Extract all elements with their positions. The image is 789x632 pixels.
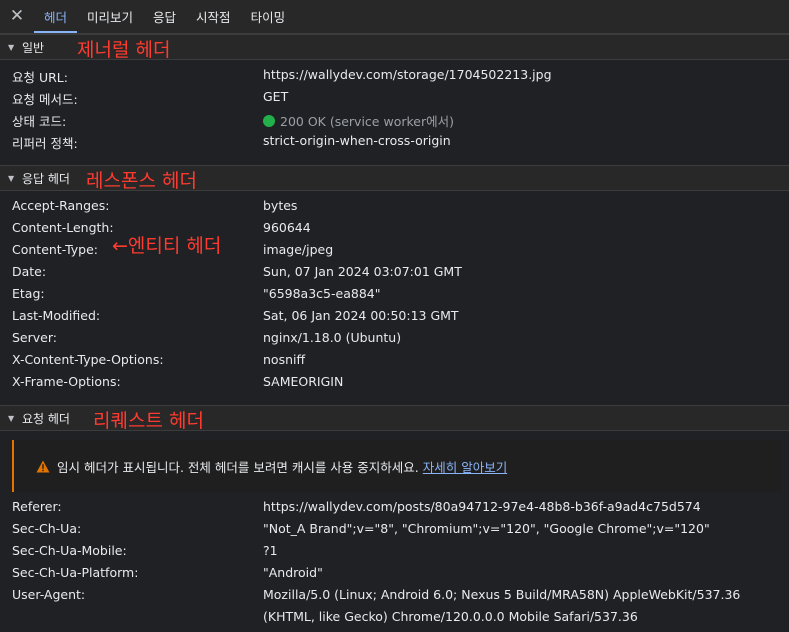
learn-more-link[interactable]: 자세히 알아보기 (423, 457, 507, 476)
annotation-entity: ←엔티티 헤더 (112, 235, 222, 257)
warning-text: 임시 헤더가 표시됩니다. 전체 헤더를 보려면 캐시를 사용 중지하세요. (57, 460, 419, 475)
header-key: Server: (12, 330, 57, 345)
tab-timing[interactable]: 타이밍 (241, 0, 296, 33)
tab-headers[interactable]: 헤더 (34, 0, 78, 33)
table-row: X-Frame-Options: SAMEORIGIN (0, 371, 789, 393)
triangle-down-icon: ▼ (8, 413, 15, 423)
devtools-tabbar: ✕ 헤더 미리보기 응답 시작점 타이밍 (0, 0, 789, 34)
header-key: Date: (12, 264, 47, 279)
section-title: 일반 (22, 40, 45, 55)
table-row: X-Content-Type-Options: nosniff (0, 349, 789, 371)
header-value: nosniff (263, 352, 306, 367)
annotation-general: 제너럴 헤더 (77, 39, 171, 61)
triangle-down-icon: ▼ (8, 42, 15, 52)
header-key: 요청 메서드: (12, 92, 78, 107)
annotation-response: 레스폰스 헤더 (86, 170, 197, 192)
header-key: Last-Modified: (12, 308, 101, 323)
header-key: X-Frame-Options: (12, 374, 121, 389)
status-dot-icon (263, 115, 275, 127)
table-row: Server: nginx/1.18.0 (Ubuntu) (0, 327, 789, 349)
table-row: Last-Modified: Sat, 06 Jan 2024 00:50:13… (0, 305, 789, 327)
header-key: Sec-Ch-Ua: (12, 521, 82, 536)
status-text: 200 OK (service worker에서) (280, 114, 454, 129)
header-key: Content-Length: (12, 220, 114, 235)
header-value: "Not_A Brand";v="8", "Chromium";v="120",… (263, 521, 710, 536)
header-value: "Android" (263, 565, 323, 580)
header-value: https://wallydev.com/posts/80a94712-97e4… (263, 499, 701, 514)
status-value: 200 OK (service worker에서) (263, 111, 454, 130)
annotation-request: 리퀘스트 헤더 (93, 410, 204, 432)
tab-response[interactable]: 응답 (143, 0, 186, 33)
table-row: 요청 메서드: GET (0, 86, 789, 108)
section-title: 응답 헤더 (22, 171, 70, 186)
section-title: 요청 헤더 (22, 411, 70, 426)
tab-initiator[interactable]: 시작점 (186, 0, 241, 33)
header-value: nginx/1.18.0 (Ubuntu) (263, 330, 402, 345)
header-key: Content-Type: (12, 242, 98, 257)
header-key: Etag: (12, 286, 45, 301)
header-value: GET (263, 89, 289, 104)
header-key: Accept-Ranges: (12, 198, 110, 213)
warning-icon (36, 460, 50, 473)
header-value: "6598a3c5-ea884" (263, 286, 381, 301)
header-key: Referer: (12, 499, 62, 514)
header-key: User-Agent: (12, 587, 86, 602)
header-value: Mozilla/5.0 (Linux; Android 6.0; Nexus 5… (263, 587, 741, 624)
header-value: Sun, 07 Jan 2024 03:07:01 GMT (263, 264, 462, 279)
header-value: 960644 (263, 220, 311, 235)
header-value: SAMEORIGIN (263, 374, 344, 389)
table-row: User-Agent: Mozilla/5.0 (Linux; Android … (0, 584, 789, 628)
header-key: 상태 코드: (12, 114, 67, 129)
close-icon[interactable]: ✕ (0, 0, 34, 33)
header-key: 리퍼러 정책: (12, 136, 78, 151)
table-row: Referer: https://wallydev.com/posts/80a9… (0, 496, 789, 518)
table-row: Accept-Ranges: bytes (0, 195, 789, 217)
table-row: Etag: "6598a3c5-ea884" (0, 283, 789, 305)
table-row: Sec-Ch-Ua-Mobile: ?1 (0, 540, 789, 562)
header-key: 요청 URL: (12, 70, 68, 85)
header-value: strict-origin-when-cross-origin (263, 133, 451, 148)
header-key: Sec-Ch-Ua-Platform: (12, 565, 139, 580)
table-row: 요청 URL: https://wallydev.com/storage/170… (0, 64, 789, 86)
tab-preview[interactable]: 미리보기 (77, 0, 143, 33)
header-value: image/jpeg (263, 242, 334, 257)
table-row: 상태 코드: 200 OK (service worker에서) (0, 108, 789, 130)
header-value: Sat, 06 Jan 2024 00:50:13 GMT (263, 308, 459, 323)
header-value: https://wallydev.com/storage/1704502213.… (263, 67, 552, 82)
header-key: Sec-Ch-Ua-Mobile: (12, 543, 127, 558)
table-row: 리퍼러 정책: strict-origin-when-cross-origin (0, 130, 789, 152)
triangle-down-icon: ▼ (8, 173, 15, 183)
provisional-headers-warning: 임시 헤더가 표시됩니다. 전체 헤더를 보려면 캐시를 사용 중지하세요. 자… (12, 440, 782, 492)
header-value: bytes (263, 198, 298, 213)
table-row: Sec-Ch-Ua-Platform: "Android" (0, 562, 789, 584)
table-row: Sec-Ch-Ua: "Not_A Brand";v="8", "Chromiu… (0, 518, 789, 540)
table-row: Date: Sun, 07 Jan 2024 03:07:01 GMT (0, 261, 789, 283)
header-key: X-Content-Type-Options: (12, 352, 164, 367)
header-value: ?1 (263, 543, 278, 558)
